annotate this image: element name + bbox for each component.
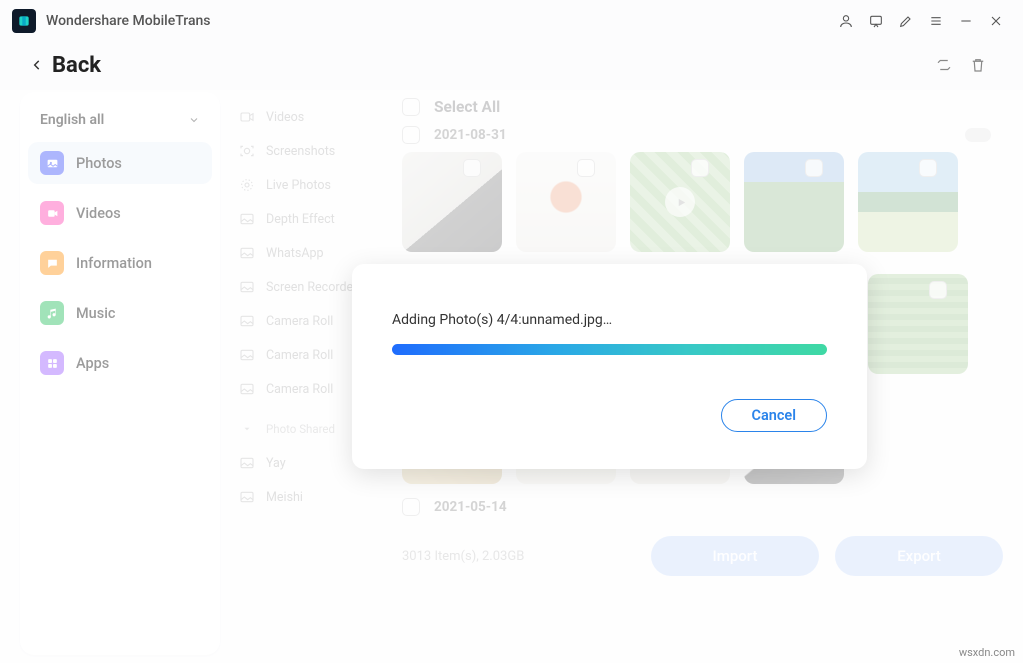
- image-icon: [239, 381, 255, 397]
- sidebar-item-videos[interactable]: Videos: [28, 192, 212, 234]
- titlebar: Wondershare MobileTrans: [0, 0, 1023, 42]
- photo-thumb[interactable]: [516, 152, 616, 252]
- apps-icon: [40, 351, 64, 375]
- items-info: 3013 Item(s), 2.03GB: [402, 549, 524, 564]
- album-item-meishi[interactable]: Meishi: [228, 480, 398, 514]
- progress-bar: [392, 344, 827, 355]
- photo-thumb[interactable]: [744, 152, 844, 252]
- album-item-deptheffect[interactable]: Depth Effect: [228, 202, 398, 236]
- image-icon: [239, 211, 255, 227]
- photos-icon: [40, 151, 64, 175]
- thumb-checkbox[interactable]: [919, 159, 937, 177]
- photo-thumb[interactable]: [868, 274, 968, 374]
- image-icon: [239, 279, 255, 295]
- chevron-down-icon: [188, 114, 200, 126]
- thumb-grid: [402, 152, 1003, 262]
- date-label: 2021-05-14: [434, 499, 507, 515]
- sidebar-item-label: Music: [76, 305, 115, 322]
- date-label: 2021-08-31: [434, 127, 507, 143]
- trash-icon[interactable]: [963, 50, 993, 80]
- thumb-checkbox[interactable]: [577, 159, 595, 177]
- sidebar-item-information[interactable]: Information: [28, 242, 212, 284]
- sidebar: English all Photos Videos Information Mu…: [20, 92, 220, 655]
- image-icon: [239, 455, 255, 471]
- menu-icon[interactable]: [921, 6, 951, 36]
- album-item-videos[interactable]: Videos: [228, 100, 398, 134]
- cancel-button[interactable]: Cancel: [721, 399, 828, 432]
- sidebar-item-apps[interactable]: Apps: [28, 342, 212, 384]
- album-item-screenshots[interactable]: Screenshots: [228, 134, 398, 168]
- play-icon: [665, 187, 695, 217]
- edit-icon[interactable]: [891, 6, 921, 36]
- select-all-checkbox[interactable]: [402, 98, 420, 116]
- thumb-checkbox[interactable]: [929, 281, 947, 299]
- livephoto-icon: [239, 177, 255, 193]
- import-button[interactable]: Import: [651, 536, 819, 576]
- group-checkbox[interactable]: [402, 126, 420, 144]
- album-item-livephotos[interactable]: Live Photos: [228, 168, 398, 202]
- date-group-1: 2021-08-31: [402, 122, 1003, 152]
- thumb-checkbox[interactable]: [805, 159, 823, 177]
- date-group-2: 2021-05-14: [402, 494, 1003, 524]
- progress-modal: Adding Photo(s) 4/4:unnamed.jpg… Cancel: [352, 264, 867, 469]
- back-bar: Back: [0, 42, 1023, 92]
- logo-icon: [17, 14, 31, 28]
- select-all-label: Select All: [434, 98, 500, 116]
- thumb-checkbox[interactable]: [463, 159, 481, 177]
- language-dropdown[interactable]: English all: [28, 106, 212, 142]
- close-icon[interactable]: [981, 6, 1011, 36]
- group-checkbox[interactable]: [402, 498, 420, 516]
- progress-text: Adding Photo(s) 4/4:unnamed.jpg…: [392, 312, 827, 328]
- count-badge: [965, 128, 991, 142]
- select-all-row: Select All: [402, 92, 1003, 122]
- thumb-checkbox[interactable]: [691, 159, 709, 177]
- screenshot-icon: [239, 143, 255, 159]
- back-label[interactable]: Back: [52, 53, 101, 78]
- watermark: wsxdn.com: [959, 646, 1015, 659]
- image-icon: [239, 313, 255, 329]
- info-icon: [40, 251, 64, 275]
- minimize-icon[interactable]: [951, 6, 981, 36]
- sidebar-item-music[interactable]: Music: [28, 292, 212, 334]
- image-icon: [239, 489, 255, 505]
- sidebar-item-label: Information: [76, 255, 152, 272]
- feedback-icon[interactable]: [861, 6, 891, 36]
- image-icon: [239, 245, 255, 261]
- photo-thumb[interactable]: [630, 152, 730, 252]
- caret-down-icon: [242, 424, 252, 434]
- refresh-icon[interactable]: [929, 50, 959, 80]
- dropdown-label: English all: [40, 112, 104, 128]
- sidebar-item-label: Photos: [76, 155, 122, 172]
- export-button[interactable]: Export: [835, 536, 1003, 576]
- music-icon: [40, 301, 64, 325]
- videos-icon: [40, 201, 64, 225]
- photo-thumb[interactable]: [858, 152, 958, 252]
- image-icon: [239, 347, 255, 363]
- sidebar-item-label: Apps: [76, 355, 109, 372]
- photo-thumb[interactable]: [402, 152, 502, 252]
- app-name: Wondershare MobileTrans: [46, 13, 211, 29]
- sidebar-item-label: Videos: [76, 205, 121, 222]
- app-logo: [12, 9, 36, 33]
- sidebar-item-photos[interactable]: Photos: [28, 142, 212, 184]
- video-icon: [239, 109, 255, 125]
- back-chevron-icon[interactable]: [30, 58, 44, 72]
- footer-row: 3013 Item(s), 2.03GB Import Export: [402, 524, 1003, 576]
- user-icon[interactable]: [831, 6, 861, 36]
